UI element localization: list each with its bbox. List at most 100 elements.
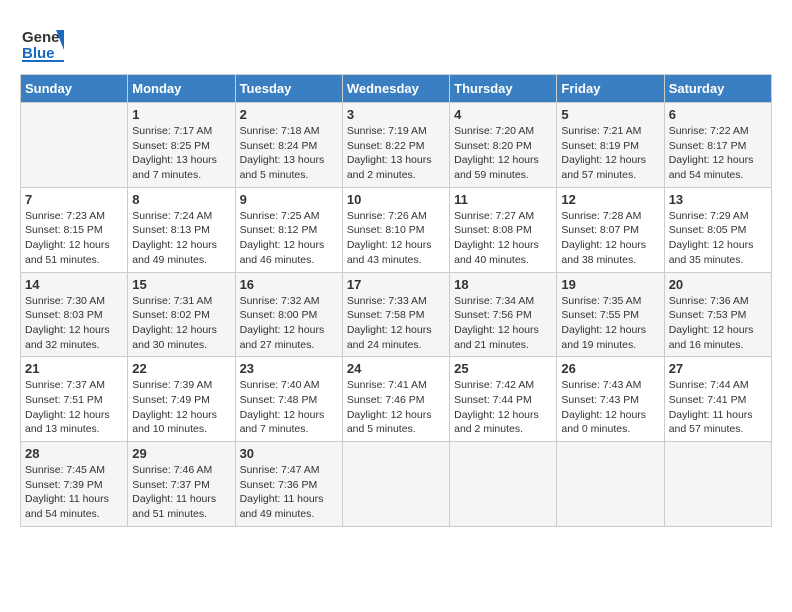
calendar-cell (557, 442, 664, 527)
calendar-cell: 22 Sunrise: 7:39 AMSunset: 7:49 PMDayligh… (128, 357, 235, 442)
day-details: Sunrise: 7:46 AMSunset: 7:37 PMDaylight:… (132, 463, 230, 522)
page-header: General Blue (20, 20, 772, 64)
day-number: 10 (347, 192, 445, 207)
day-details: Sunrise: 7:27 AMSunset: 8:08 PMDaylight:… (454, 209, 552, 268)
calendar-cell: 20 Sunrise: 7:36 AMSunset: 7:53 PMDayligh… (664, 272, 771, 357)
day-details: Sunrise: 7:43 AMSunset: 7:43 PMDaylight:… (561, 378, 659, 437)
day-details: Sunrise: 7:35 AMSunset: 7:55 PMDaylight:… (561, 294, 659, 353)
calendar-day-header: Tuesday (235, 75, 342, 103)
day-details: Sunrise: 7:24 AMSunset: 8:13 PMDaylight:… (132, 209, 230, 268)
day-details: Sunrise: 7:36 AMSunset: 7:53 PMDaylight:… (669, 294, 767, 353)
day-number: 1 (132, 107, 230, 122)
day-number: 27 (669, 361, 767, 376)
logo: General Blue (20, 20, 64, 64)
day-details: Sunrise: 7:40 AMSunset: 7:48 PMDaylight:… (240, 378, 338, 437)
day-number: 3 (347, 107, 445, 122)
calendar-cell: 24 Sunrise: 7:41 AMSunset: 7:46 PMDayligh… (342, 357, 449, 442)
calendar-cell: 14 Sunrise: 7:30 AMSunset: 8:03 PMDayligh… (21, 272, 128, 357)
day-details: Sunrise: 7:34 AMSunset: 7:56 PMDaylight:… (454, 294, 552, 353)
day-details: Sunrise: 7:19 AMSunset: 8:22 PMDaylight:… (347, 124, 445, 183)
calendar-cell: 25Sunrise: 7:42 AMSunset: 7:44 PMDayligh… (450, 357, 557, 442)
calendar-week-row: 14 Sunrise: 7:30 AMSunset: 8:03 PMDayligh… (21, 272, 772, 357)
day-number: 26 (561, 361, 659, 376)
calendar-cell: 10 Sunrise: 7:26 AMSunset: 8:10 PMDayligh… (342, 187, 449, 272)
calendar-cell: 27Sunrise: 7:44 AMSunset: 7:41 PMDayligh… (664, 357, 771, 442)
calendar-cell: 18 Sunrise: 7:34 AMSunset: 7:56 PMDayligh… (450, 272, 557, 357)
day-details: Sunrise: 7:30 AMSunset: 8:03 PMDaylight:… (25, 294, 123, 353)
day-details: Sunrise: 7:45 AMSunset: 7:39 PMDaylight:… (25, 463, 123, 522)
day-details: Sunrise: 7:23 AMSunset: 8:15 PMDaylight:… (25, 209, 123, 268)
calendar-cell (342, 442, 449, 527)
day-number: 14 (25, 277, 123, 292)
day-details: Sunrise: 7:26 AMSunset: 8:10 PMDaylight:… (347, 209, 445, 268)
day-number: 7 (25, 192, 123, 207)
day-number: 8 (132, 192, 230, 207)
day-number: 24 (347, 361, 445, 376)
calendar-cell: 26 Sunrise: 7:43 AMSunset: 7:43 PMDayligh… (557, 357, 664, 442)
day-number: 17 (347, 277, 445, 292)
day-number: 28 (25, 446, 123, 461)
day-details: Sunrise: 7:20 AMSunset: 8:20 PMDaylight:… (454, 124, 552, 183)
day-details: Sunrise: 7:25 AMSunset: 8:12 PMDaylight:… (240, 209, 338, 268)
day-details: Sunrise: 7:39 AMSunset: 7:49 PMDaylight:… (132, 378, 230, 437)
calendar-cell (664, 442, 771, 527)
calendar-day-header: Thursday (450, 75, 557, 103)
calendar-cell: 16Sunrise: 7:32 AMSunset: 8:00 PMDayligh… (235, 272, 342, 357)
calendar-cell: 17Sunrise: 7:33 AMSunset: 7:58 PMDayligh… (342, 272, 449, 357)
day-details: Sunrise: 7:47 AMSunset: 7:36 PMDaylight:… (240, 463, 338, 522)
calendar-day-header: Monday (128, 75, 235, 103)
calendar-day-header: Wednesday (342, 75, 449, 103)
calendar-cell: 1 Sunrise: 7:17 AMSunset: 8:25 PMDaylight… (128, 103, 235, 188)
calendar-cell: 28 Sunrise: 7:45 AMSunset: 7:39 PMDayligh… (21, 442, 128, 527)
calendar-header-row: SundayMondayTuesdayWednesdayThursdayFrid… (21, 75, 772, 103)
calendar-cell (450, 442, 557, 527)
calendar-cell: 5 Sunrise: 7:21 AMSunset: 8:19 PMDaylight… (557, 103, 664, 188)
day-details: Sunrise: 7:21 AMSunset: 8:19 PMDaylight:… (561, 124, 659, 183)
calendar-cell: 13 Sunrise: 7:29 AMSunset: 8:05 PMDayligh… (664, 187, 771, 272)
day-number: 6 (669, 107, 767, 122)
calendar-cell (21, 103, 128, 188)
calendar-cell: 15 Sunrise: 7:31 AMSunset: 8:02 PMDayligh… (128, 272, 235, 357)
day-number: 30 (240, 446, 338, 461)
calendar-cell: 7 Sunrise: 7:23 AMSunset: 8:15 PMDaylight… (21, 187, 128, 272)
calendar-cell: 2 Sunrise: 7:18 AMSunset: 8:24 PMDaylight… (235, 103, 342, 188)
day-details: Sunrise: 7:31 AMSunset: 8:02 PMDaylight:… (132, 294, 230, 353)
day-number: 15 (132, 277, 230, 292)
day-details: Sunrise: 7:29 AMSunset: 8:05 PMDaylight:… (669, 209, 767, 268)
calendar-cell: 21Sunrise: 7:37 AMSunset: 7:51 PMDayligh… (21, 357, 128, 442)
day-number: 20 (669, 277, 767, 292)
day-number: 9 (240, 192, 338, 207)
calendar-day-header: Friday (557, 75, 664, 103)
calendar-cell: 12 Sunrise: 7:28 AMSunset: 8:07 PMDayligh… (557, 187, 664, 272)
day-number: 21 (25, 361, 123, 376)
day-number: 22 (132, 361, 230, 376)
day-details: Sunrise: 7:41 AMSunset: 7:46 PMDaylight:… (347, 378, 445, 437)
day-details: Sunrise: 7:22 AMSunset: 8:17 PMDaylight:… (669, 124, 767, 183)
day-number: 2 (240, 107, 338, 122)
calendar-week-row: 7 Sunrise: 7:23 AMSunset: 8:15 PMDaylight… (21, 187, 772, 272)
calendar-day-header: Sunday (21, 75, 128, 103)
day-number: 29 (132, 446, 230, 461)
calendar-cell: 19 Sunrise: 7:35 AMSunset: 7:55 PMDayligh… (557, 272, 664, 357)
day-number: 12 (561, 192, 659, 207)
day-details: Sunrise: 7:18 AMSunset: 8:24 PMDaylight:… (240, 124, 338, 183)
svg-text:Blue: Blue (22, 45, 55, 62)
calendar-cell: 9 Sunrise: 7:25 AMSunset: 8:12 PMDaylight… (235, 187, 342, 272)
calendar-week-row: 21Sunrise: 7:37 AMSunset: 7:51 PMDayligh… (21, 357, 772, 442)
day-number: 11 (454, 192, 552, 207)
day-number: 13 (669, 192, 767, 207)
day-details: Sunrise: 7:17 AMSunset: 8:25 PMDaylight:… (132, 124, 230, 183)
calendar-cell: 8 Sunrise: 7:24 AMSunset: 8:13 PMDaylight… (128, 187, 235, 272)
calendar-cell: 29 Sunrise: 7:46 AMSunset: 7:37 PMDayligh… (128, 442, 235, 527)
calendar-week-row: 28 Sunrise: 7:45 AMSunset: 7:39 PMDayligh… (21, 442, 772, 527)
calendar-week-row: 1 Sunrise: 7:17 AMSunset: 8:25 PMDaylight… (21, 103, 772, 188)
day-number: 16 (240, 277, 338, 292)
calendar-table: SundayMondayTuesdayWednesdayThursdayFrid… (20, 74, 772, 527)
calendar-cell: 6 Sunrise: 7:22 AMSunset: 8:17 PMDaylight… (664, 103, 771, 188)
day-number: 5 (561, 107, 659, 122)
day-number: 18 (454, 277, 552, 292)
day-details: Sunrise: 7:28 AMSunset: 8:07 PMDaylight:… (561, 209, 659, 268)
day-number: 19 (561, 277, 659, 292)
calendar-cell: 11 Sunrise: 7:27 AMSunset: 8:08 PMDayligh… (450, 187, 557, 272)
day-details: Sunrise: 7:42 AMSunset: 7:44 PMDaylight:… (454, 378, 552, 437)
